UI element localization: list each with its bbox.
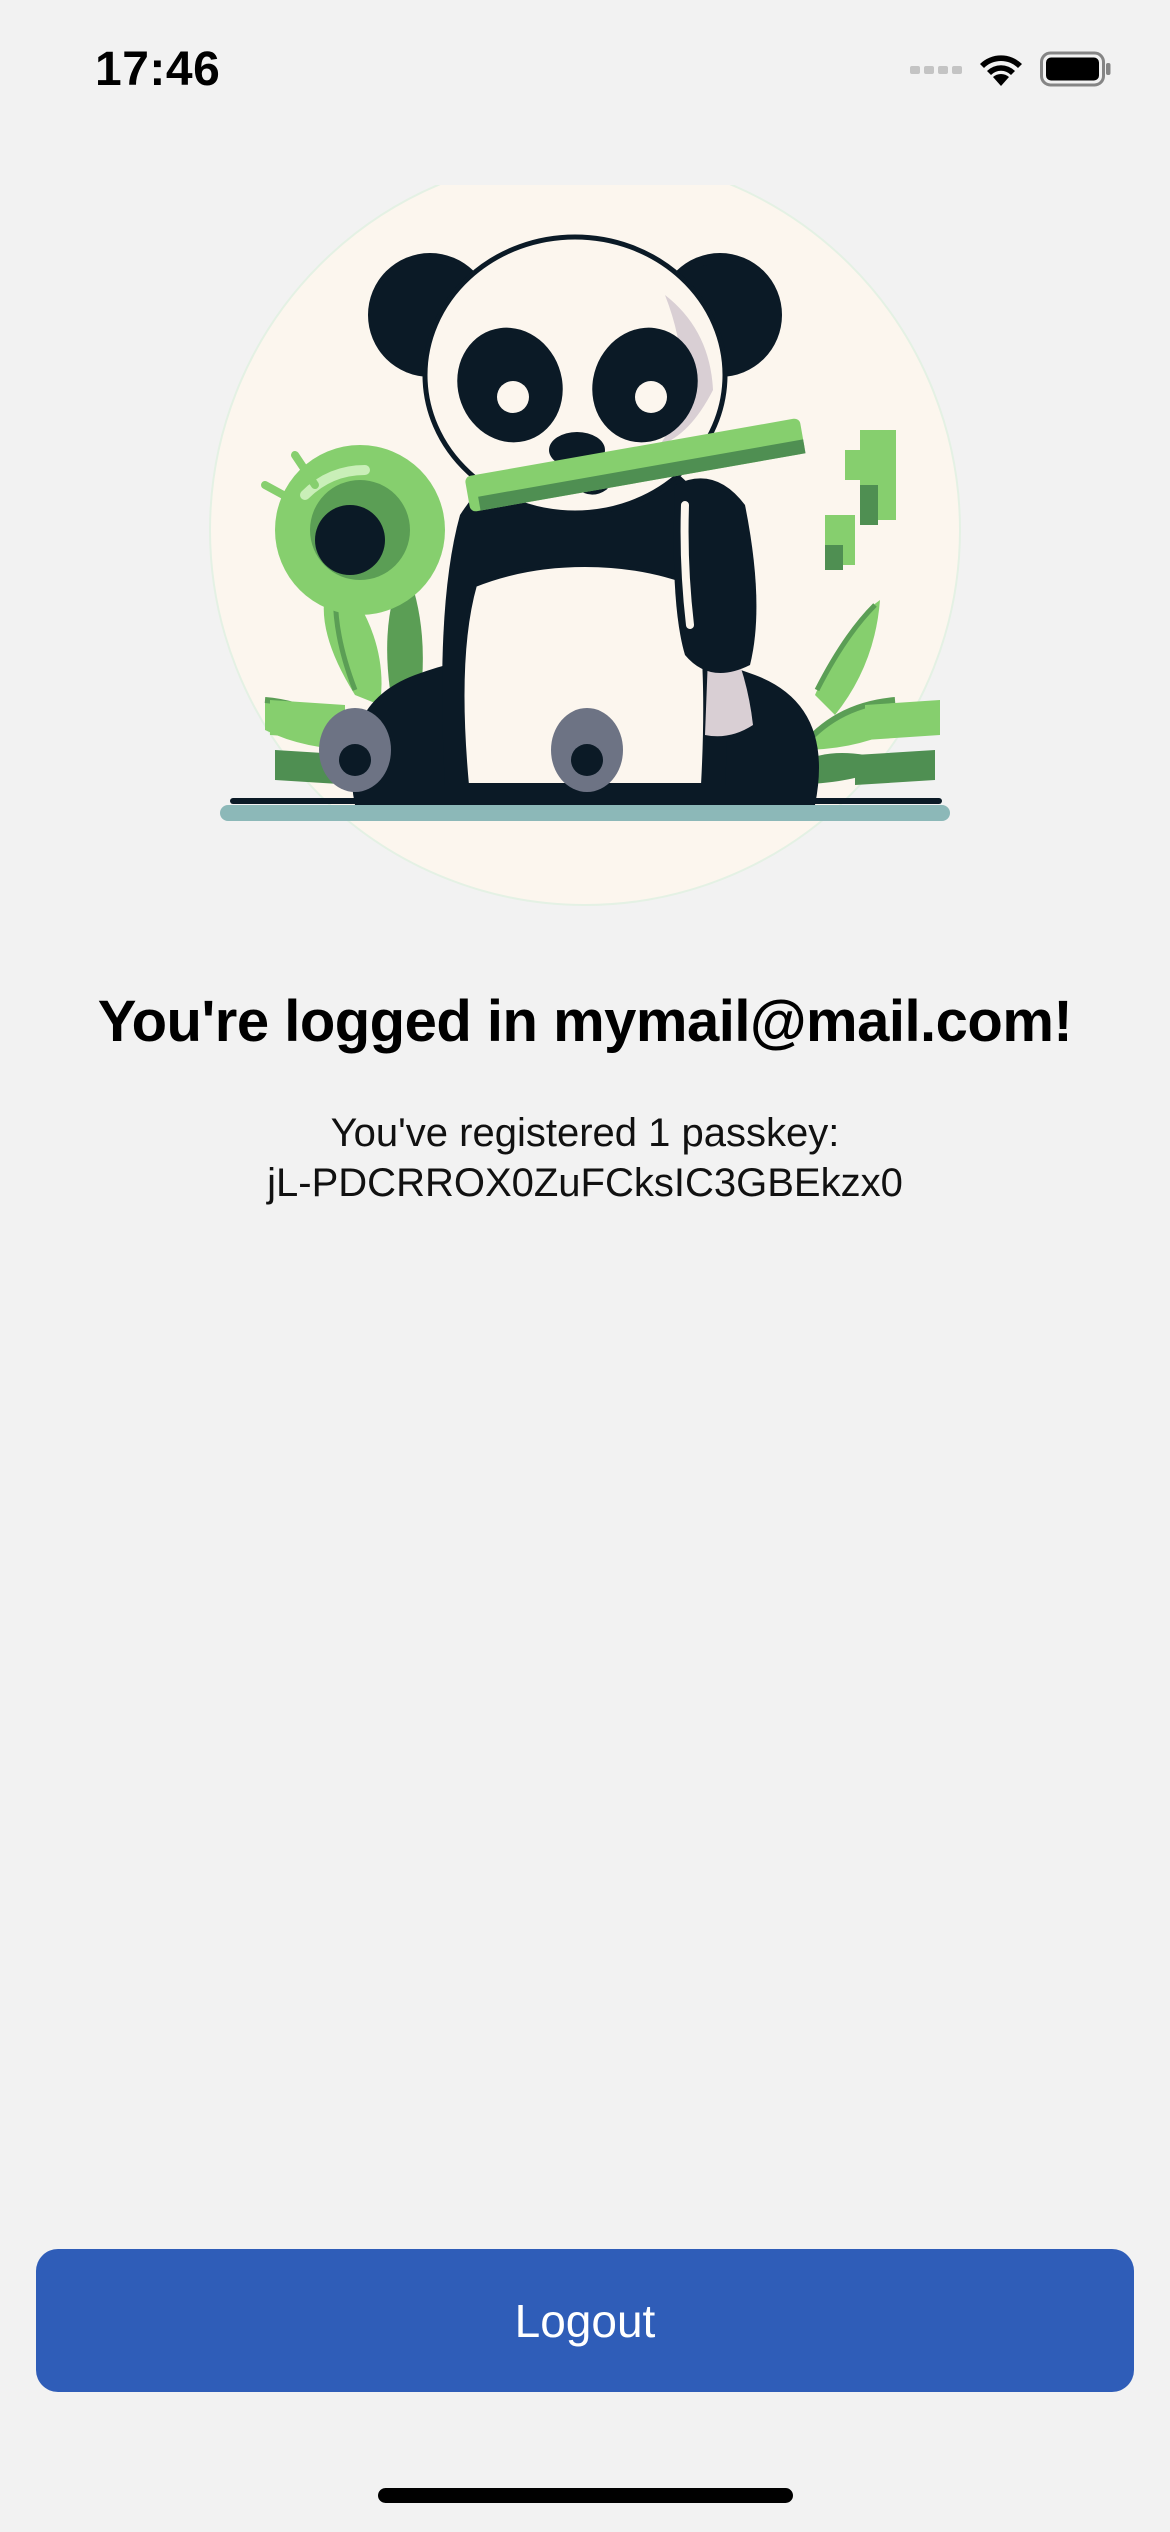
wifi-icon bbox=[976, 50, 1026, 93]
battery-icon bbox=[1040, 51, 1112, 92]
status-time: 17:46 bbox=[95, 43, 221, 96]
home-indicator bbox=[378, 2488, 793, 2503]
cellular-signal-icon bbox=[910, 63, 962, 81]
passkey-id-text: jL-PDCRROX0ZuFCksIC3GBEkzx0 bbox=[267, 1161, 903, 1205]
page-title: You're logged in mymail@mail.com! bbox=[97, 989, 1073, 1054]
status-bar: 17:46 bbox=[0, 0, 1170, 140]
panda-with-key-illustration bbox=[205, 154, 965, 945]
passkey-intro-text: You've registered 1 passkey: bbox=[330, 1111, 840, 1155]
passkey-info: You've registered 1 passkey: jL-PDCRROX0… bbox=[0, 1108, 1170, 1208]
status-icons bbox=[910, 50, 1112, 93]
logout-button[interactable]: Logout bbox=[36, 2249, 1134, 2392]
